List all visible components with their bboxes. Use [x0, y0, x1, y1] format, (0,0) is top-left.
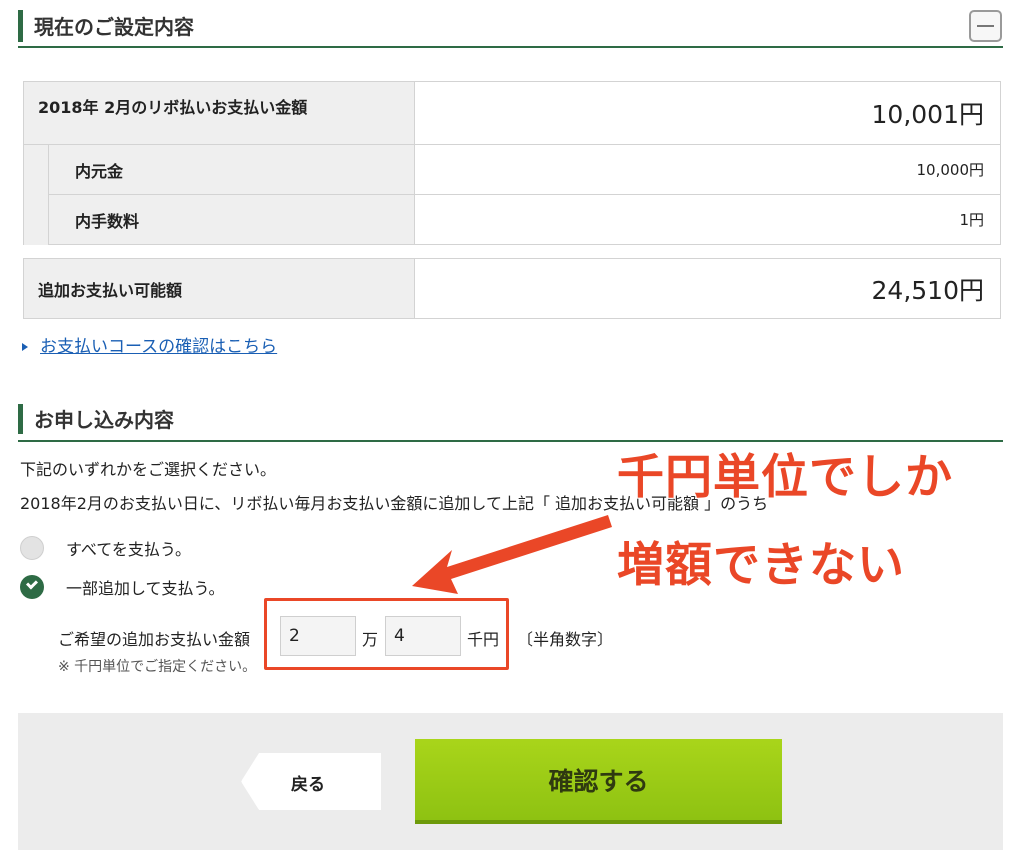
confirm-button-label: 確認する	[548, 766, 649, 796]
annotation-highlight-box	[264, 598, 509, 670]
application-title: お申し込み内容	[34, 408, 174, 432]
back-button[interactable]: 戻る	[241, 753, 381, 810]
option-pay-partial-label: 一部追加して支払う。	[66, 579, 225, 598]
principal-label: 内元金	[48, 144, 415, 195]
back-button-label: 戻る	[291, 775, 325, 795]
half-width-hint: 〔半角数字〕	[517, 630, 614, 649]
confirm-button[interactable]: 確認する	[415, 739, 782, 824]
fee-label: 内手数料	[48, 194, 415, 245]
option-pay-partial[interactable]: 一部追加して支払う。	[20, 574, 225, 600]
additional-amount-value: 24,510円	[414, 258, 1001, 319]
radio-unchecked-icon[interactable]	[20, 536, 44, 560]
header-accent-bar	[18, 404, 23, 434]
payment-summary-table: 2018年 2月のリボ払いお支払い金額 10,001円 内元金 10,000円 …	[23, 81, 1001, 245]
check-icon	[25, 577, 39, 590]
amount-label: ご希望の追加お支払い金額	[58, 630, 251, 649]
application-header: お申し込み内容	[18, 394, 1003, 442]
course-link-row: お支払いコースの確認はこちら	[22, 332, 277, 357]
minus-icon	[977, 25, 994, 27]
radio-checked-icon[interactable]	[20, 575, 44, 599]
collapse-button[interactable]	[969, 10, 1002, 42]
option-pay-all[interactable]: すべてを支払う。	[20, 535, 191, 561]
annotation-line2: 増額できない	[617, 538, 905, 593]
instruction-text: 下記のいずれかをご選択ください。	[20, 460, 277, 479]
annotation-line1: 千円単位でしか	[617, 450, 953, 505]
current-settings-title: 現在のご設定内容	[34, 15, 194, 39]
fee-value: 1円	[414, 194, 1001, 245]
additional-amount-label: 追加お支払い可能額	[23, 258, 415, 319]
header-accent-bar	[18, 10, 23, 42]
principal-value: 10,000円	[414, 144, 1001, 195]
payment-amount-value: 10,001円	[414, 81, 1001, 145]
additional-payment-table: 追加お支払い可能額 24,510円	[23, 258, 1001, 319]
payment-amount-label: 2018年 2月のリボ払いお支払い金額	[23, 81, 415, 145]
current-settings-header: 現在のご設定内容	[18, 2, 1003, 48]
course-confirm-link[interactable]: お支払いコースの確認はこちら	[40, 337, 277, 357]
thousand-unit-note: ※ 千円単位でご指定ください。	[58, 659, 257, 675]
triangle-right-icon	[22, 343, 28, 351]
option-pay-all-label: すべてを支払う。	[66, 540, 191, 559]
